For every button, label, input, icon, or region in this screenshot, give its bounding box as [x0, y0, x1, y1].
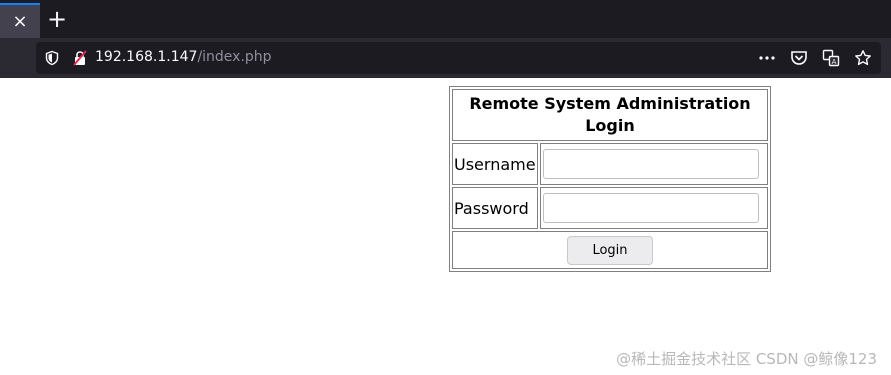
url-text[interactable]: 192.168.1.147/index.php: [95, 49, 272, 65]
watermark: @稀土掘金技术社区 CSDN @鲸像123: [616, 350, 877, 368]
tab-strip: × +: [0, 0, 891, 38]
new-tab-button[interactable]: +: [44, 6, 70, 32]
pocket-icon[interactable]: [789, 48, 809, 68]
svg-text:A: A: [832, 58, 837, 66]
username-label: Username: [452, 143, 538, 185]
username-input[interactable]: [542, 149, 759, 179]
shield-icon[interactable]: [44, 50, 60, 66]
login-button[interactable]: Login: [567, 235, 653, 265]
page-content: Remote System Administration Login Usern…: [0, 78, 891, 375]
login-table: Remote System Administration Login Usern…: [449, 86, 771, 272]
browser-chrome: × + 192.168.1.147/index.php A: [0, 0, 891, 78]
url-path: /index.php: [197, 49, 272, 65]
url-actions: A: [757, 48, 873, 68]
username-cell: [539, 143, 768, 185]
password-cell: [539, 187, 768, 229]
insecure-lock-icon[interactable]: [72, 50, 88, 66]
tab-close-icon[interactable]: ×: [12, 12, 27, 31]
translate-icon[interactable]: A: [821, 48, 841, 68]
more-icon[interactable]: [757, 48, 777, 68]
password-label: Password: [452, 187, 538, 229]
form-title: Remote System Administration Login: [452, 89, 768, 141]
bookmark-star-icon[interactable]: [853, 48, 873, 68]
url-bar[interactable]: 192.168.1.147/index.php A: [36, 42, 881, 74]
url-host: 192.168.1.147: [95, 49, 198, 65]
password-input[interactable]: [542, 193, 759, 223]
submit-cell: Login: [452, 231, 768, 269]
active-tab[interactable]: ×: [0, 3, 40, 38]
navigation-bar: 192.168.1.147/index.php A: [0, 38, 891, 78]
